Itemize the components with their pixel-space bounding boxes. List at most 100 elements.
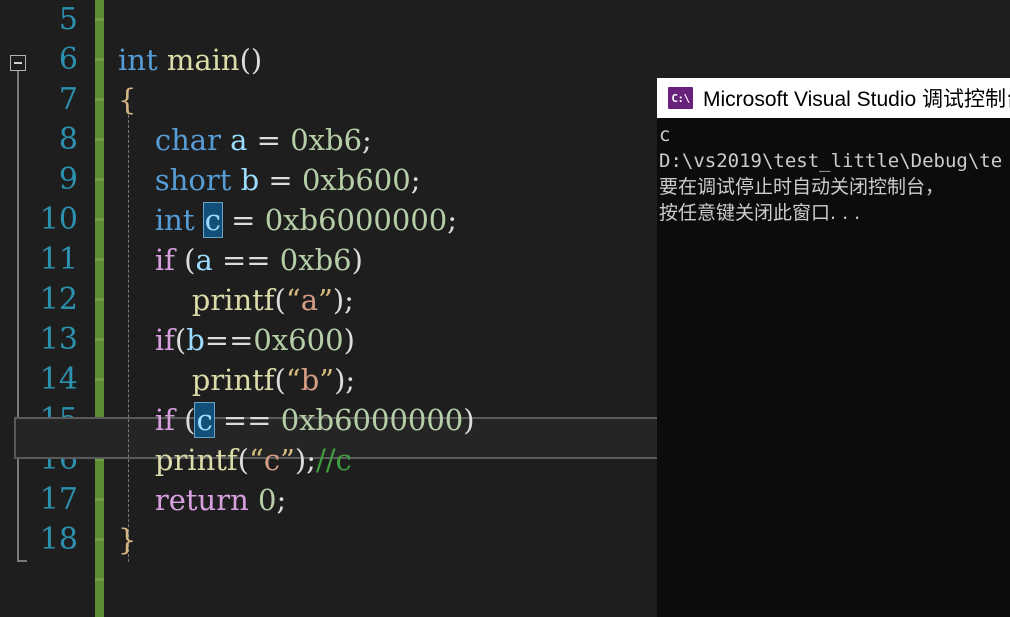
code-token: printf — [191, 283, 275, 317]
code-token: ) — [294, 443, 307, 477]
code-token: char — [154, 123, 221, 157]
console-title-text: Microsoft Visual Studio 调试控制台 — [703, 88, 1010, 111]
line-number: 8 — [58, 122, 78, 157]
code-token: 0xb6 — [290, 123, 363, 157]
collapse-minus-icon[interactable] — [10, 55, 26, 71]
code-token: == — [212, 243, 280, 277]
change-bar-seam — [95, 498, 104, 501]
code-token: if — [154, 323, 175, 357]
code-token: () — [239, 43, 263, 77]
debug-console-window[interactable]: C:\ Microsoft Visual Studio 调试控制台 c D:\vs… — [657, 78, 1010, 617]
code-token: ( — [174, 323, 187, 357]
change-bar-seam — [95, 178, 104, 181]
console-output: c D:\vs2019\test_little\Debug\te 要在调试停止时自动… — [657, 118, 1010, 617]
code-line-text: short b = 0xb600; — [118, 160, 421, 200]
code-token: ) — [343, 323, 355, 357]
code-token: ( — [274, 283, 286, 317]
code-token: ) — [334, 363, 346, 397]
code-token: a — [195, 243, 213, 277]
code-token: 0xb6 — [279, 243, 352, 277]
fold-guide-hook — [17, 560, 27, 562]
line-number: 11 — [39, 242, 78, 277]
code-token: int — [118, 43, 158, 77]
code-token: short — [154, 163, 232, 197]
code-token: ) — [332, 283, 345, 317]
highlighted-symbol[interactable]: c — [194, 402, 215, 438]
console-title-bar[interactable]: C:\ Microsoft Visual Studio 调试控制台 — [657, 78, 1010, 118]
code-token: c — [263, 443, 281, 477]
changed-lines-indicator — [95, 0, 104, 617]
console-output-line: c — [659, 124, 671, 146]
code-line-text: printf(“b”); — [118, 360, 355, 400]
code-token: ” — [280, 443, 295, 477]
code-token: 0xb6000000 — [280, 403, 464, 437]
line-number: 10 — [39, 202, 78, 237]
change-bar-seam — [95, 98, 104, 101]
console-output-line: D:\vs2019\test_little\Debug\te — [659, 150, 1003, 172]
line-number: 13 — [39, 322, 78, 357]
code-token: a — [230, 123, 248, 157]
code-token: ) — [351, 243, 363, 277]
change-bar-seam — [95, 298, 104, 301]
code-token: ; — [344, 283, 354, 317]
code-line[interactable] — [104, 0, 1010, 40]
change-bar-seam — [95, 218, 104, 221]
console-icon-glyph: C:\ — [671, 91, 690, 105]
line-number: 9 — [58, 162, 78, 197]
line-number: 14 — [39, 362, 78, 397]
line-number: 12 — [39, 282, 78, 317]
code-line-text: int main() — [118, 40, 262, 80]
code-token: { — [118, 83, 137, 117]
code-token: = — [221, 203, 265, 237]
code-token: b — [300, 363, 320, 397]
code-line-text: { — [118, 80, 136, 120]
code-line[interactable]: int main() — [104, 40, 1010, 80]
highlighted-symbol[interactable]: c — [202, 202, 223, 238]
code-token: = — [259, 163, 302, 197]
code-token: printf — [191, 363, 275, 397]
code-line-text: printf(“c”);//c — [118, 440, 352, 480]
code-token: ; — [362, 123, 372, 157]
code-line-text: } — [118, 520, 136, 560]
code-token: == — [213, 403, 281, 437]
line-number: 17 — [39, 482, 78, 517]
code-token: ; — [276, 483, 287, 517]
code-line-text: int c = 0xb6000000; — [118, 200, 457, 240]
minus-glyph — [14, 62, 22, 64]
code-token: main — [166, 43, 240, 77]
change-bar-seam — [95, 578, 104, 581]
change-bar-seam — [95, 258, 104, 261]
change-bar-seam — [95, 18, 104, 21]
code-line-text: char a = 0xb6; — [118, 120, 372, 160]
code-token: ; — [410, 163, 421, 197]
console-output-line: 要在调试停止时自动关闭控制台， — [659, 176, 945, 198]
change-bar-seam — [95, 58, 104, 61]
change-bar-seam — [95, 538, 104, 541]
code-token: “ — [285, 283, 301, 317]
code-token: printf — [154, 443, 238, 477]
code-token: ” — [317, 283, 333, 317]
code-line-text: if (c == 0xb6000000) — [118, 400, 475, 440]
code-token: ; — [345, 363, 356, 397]
code-token: ; — [447, 203, 458, 237]
code-token: if — [154, 243, 175, 277]
code-token: = — [247, 123, 291, 157]
code-token: b — [186, 323, 205, 357]
code-token: ( — [274, 363, 286, 397]
code-token: ; — [306, 443, 316, 477]
code-token: ( — [174, 403, 196, 437]
code-token: } — [118, 523, 137, 557]
